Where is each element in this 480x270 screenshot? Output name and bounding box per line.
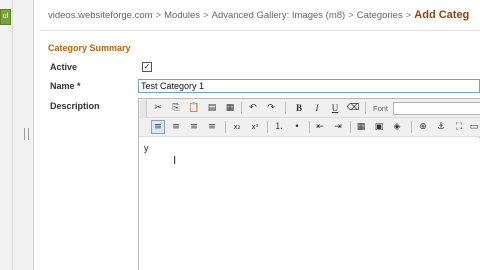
toolbar-separator (225, 121, 226, 133)
unordered-list-icon[interactable]: • (290, 120, 304, 134)
table-icon[interactable]: ▦ (354, 120, 368, 134)
text-cursor-icon: I (173, 154, 177, 167)
panel-splitter-handle[interactable] (24, 128, 29, 140)
cut-icon[interactable]: ✂ (151, 101, 165, 115)
description-label: Description (50, 101, 100, 111)
align-left-icon[interactable]: ≡ (151, 120, 165, 134)
paste-word-icon[interactable]: ▦ (223, 101, 237, 115)
toolbar-separator (411, 121, 412, 133)
align-right-icon[interactable]: ≡ (187, 120, 201, 134)
active-label: Active (50, 62, 78, 72)
paste-text-icon[interactable]: ▤ (205, 101, 219, 115)
editor-toolbar-row-1: ▲ ✂ ⎘ 📋 ▤ ▦ ↶ ↷ B I U ⌫ Font (139, 99, 480, 136)
image-icon[interactable]: ▣ (372, 120, 386, 134)
font-select[interactable] (393, 102, 480, 115)
left-panel-divider (12, 0, 13, 270)
flash-icon[interactable]: ◈ (390, 120, 404, 134)
toolbar-separator (365, 102, 366, 114)
paste-icon[interactable]: 📋 (187, 101, 201, 115)
bold-icon[interactable]: B (292, 101, 306, 115)
font-label: Font (373, 104, 389, 113)
toolbar-separator (241, 102, 242, 114)
superscript-icon[interactable]: x² (248, 120, 262, 134)
toolbar-separator (267, 121, 268, 133)
breadcrumb-separator: > (203, 10, 209, 21)
indent-icon[interactable]: ⇥ (331, 120, 345, 134)
breadcrumb-separator: > (155, 10, 162, 21)
copy-icon[interactable]: ⎘ (169, 101, 183, 115)
undo-icon[interactable]: ↶ (246, 101, 260, 115)
toolbar-separator (309, 121, 310, 133)
breadcrumb-item-gallery[interactable]: Advanced Gallery: Images (m8) (212, 10, 346, 21)
name-input[interactable]: Test Category 1 (138, 79, 480, 93)
name-label: Name * (50, 81, 81, 91)
editor-content-area[interactable]: y I (139, 138, 480, 270)
page-title: Add Categ (414, 9, 470, 21)
toolbar-separator (285, 102, 286, 114)
underline-icon[interactable]: U (328, 101, 342, 115)
header-divider (40, 30, 480, 31)
ordered-list-icon[interactable]: ⒈ (272, 120, 286, 134)
remove-format-icon[interactable]: ⌫ (346, 101, 360, 115)
editor-text: y (144, 143, 149, 153)
justify-icon[interactable]: ≡ (205, 120, 219, 134)
breadcrumb: videos.websiteforge.com > Modules > Advanced… (48, 9, 469, 21)
breadcrumb-item-categories[interactable]: Categories (357, 10, 403, 21)
fit-window-icon[interactable]: ⛶ (452, 120, 466, 134)
subscript-icon[interactable]: x₂ (230, 120, 244, 134)
link-icon[interactable]: ⊕ (416, 120, 430, 134)
breadcrumb-separator: > (348, 10, 354, 21)
left-panel-tab[interactable]: ul (0, 9, 11, 25)
italic-icon[interactable]: I (310, 101, 324, 115)
redo-icon[interactable]: ↷ (264, 101, 278, 115)
source-icon[interactable]: ▭ (467, 120, 480, 134)
outdent-icon[interactable]: ⇤ (313, 120, 327, 134)
section-title: Category Summary (48, 43, 131, 53)
align-center-icon[interactable]: ≡ (169, 120, 183, 134)
toolbar-separator (350, 121, 351, 133)
breadcrumb-separator: > (405, 10, 412, 21)
breadcrumb-item-modules[interactable]: Modules (164, 10, 200, 21)
editor-toolbar-row-2: ≡ ≡ ≡ ≡ x₂ x² ⒈ • ⇤ ⇥ ▦ ▣ ◈ ⊕ ⚓ ⛶ ▭ (139, 118, 480, 137)
rich-text-editor: ▲ ✂ ⎘ 📋 ▤ ▦ ↶ ↷ B I U ⌫ Font ≡ ≡ ≡ ≡ x₂ … (138, 98, 480, 270)
active-checkbox[interactable]: ✓ (142, 62, 152, 72)
breadcrumb-item-site[interactable]: videos.websiteforge.com (48, 10, 153, 21)
left-panel: ul (0, 0, 34, 270)
anchor-icon[interactable]: ⚓ (434, 120, 448, 134)
